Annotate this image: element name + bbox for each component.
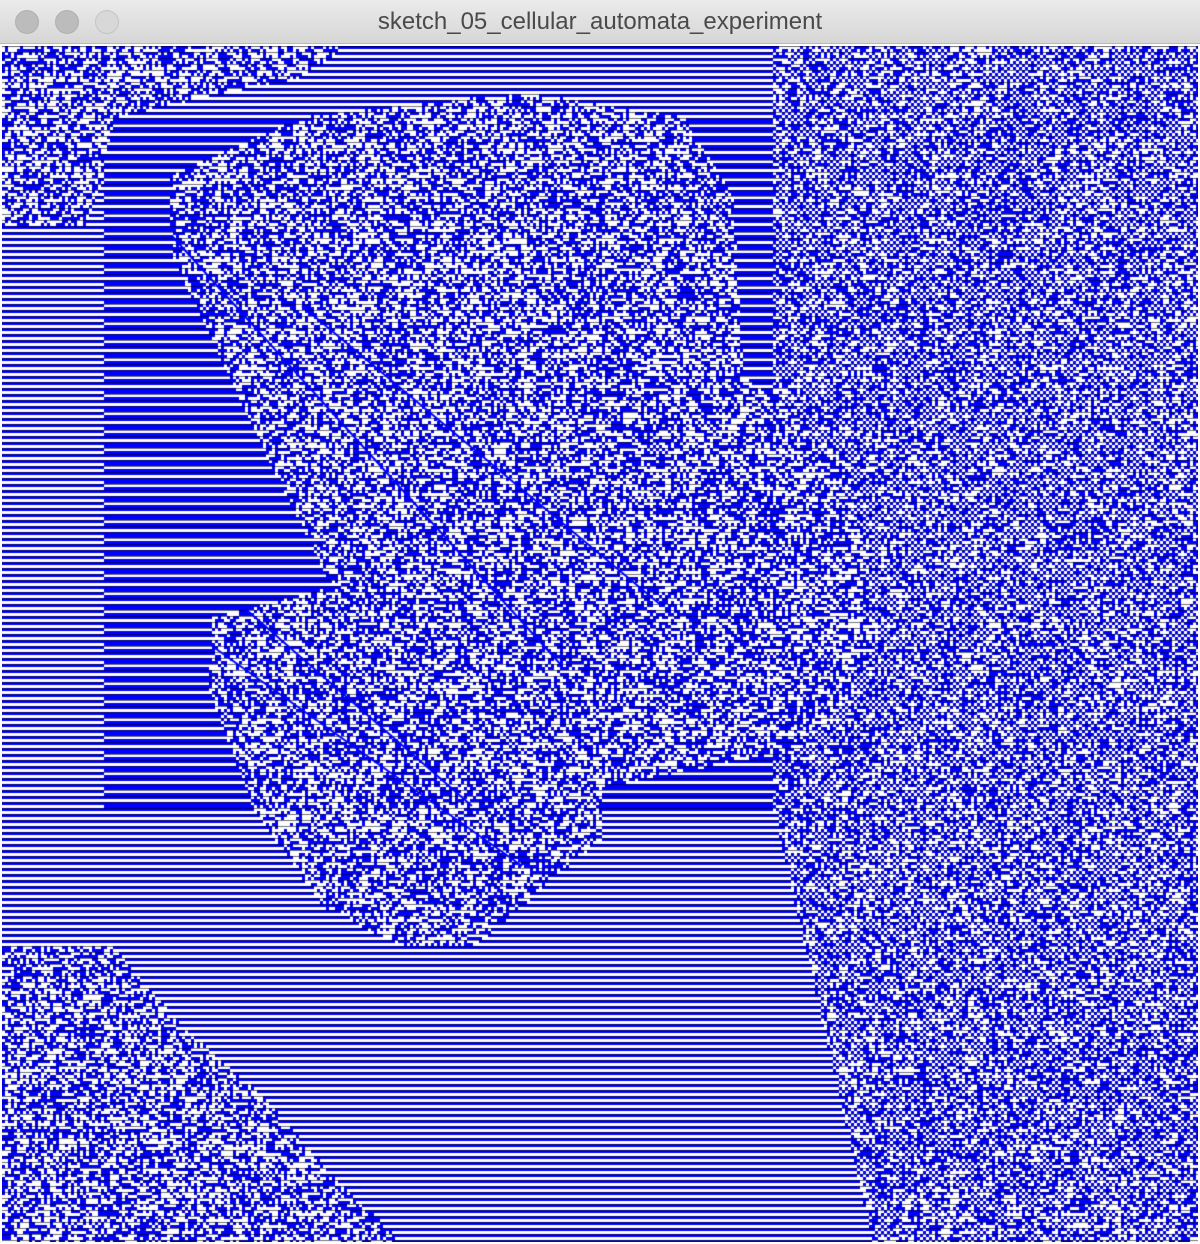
title-bar[interactable]: sketch_05_cellular_automata_experiment <box>0 0 1200 44</box>
window-title: sketch_05_cellular_automata_experiment <box>377 8 823 35</box>
sketch-canvas-area[interactable] <box>2 46 1198 1242</box>
app-window: sketch_05_cellular_automata_experiment <box>0 0 1200 1244</box>
cellular-automata-canvas[interactable] <box>2 46 1198 1242</box>
